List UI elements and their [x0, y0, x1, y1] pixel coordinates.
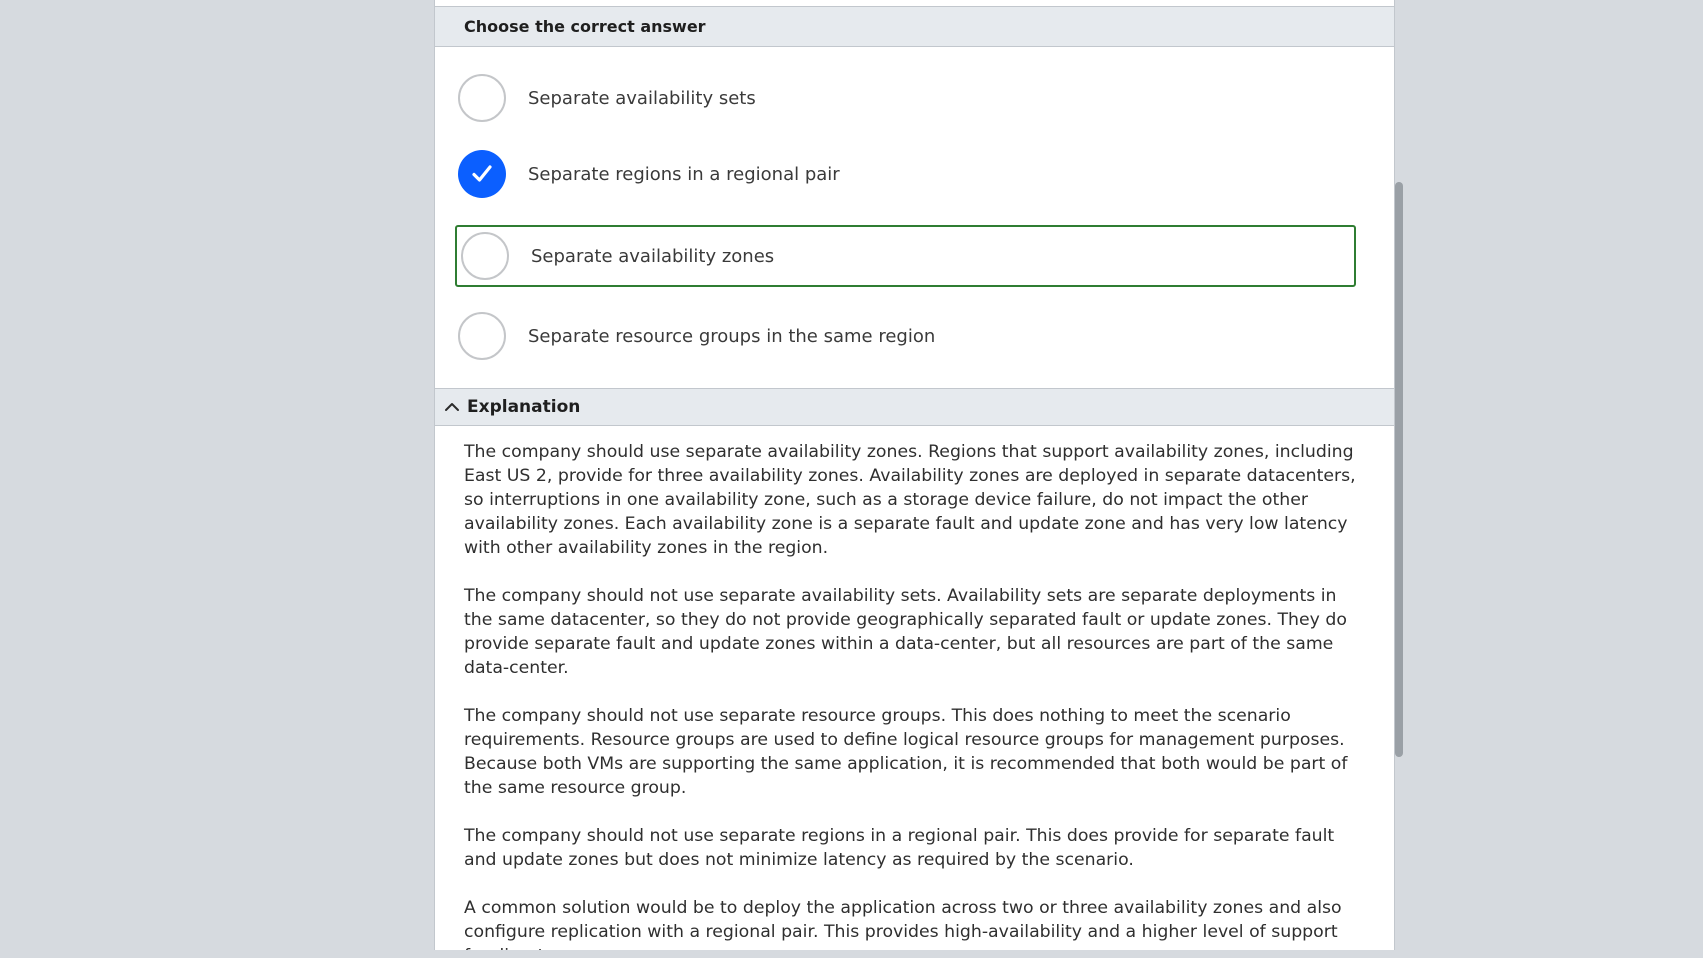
explanation-body: The company should use separate availabi… — [464, 440, 1364, 950]
question-panel: Choose the correct answer Separate avail… — [434, 0, 1395, 950]
question-header: Choose the correct answer — [435, 7, 1394, 47]
explanation-paragraph: A common solution would be to deploy the… — [464, 898, 1342, 950]
option-resource-groups[interactable]: Separate resource groups in the same reg… — [458, 305, 1358, 367]
radio-button[interactable] — [458, 312, 506, 360]
option-label: Separate regions in a regional pair — [528, 163, 840, 185]
radio-button-checked[interactable] — [458, 150, 506, 198]
radio-button[interactable] — [461, 232, 509, 280]
explanation-paragraph: The company should not use separate regi… — [464, 826, 1335, 870]
question-header-label: Choose the correct answer — [464, 17, 706, 36]
chevron-up-icon — [441, 396, 463, 418]
explanation-paragraph: The company should use separate availabi… — [464, 442, 1356, 558]
checkmark-icon — [472, 165, 492, 182]
answer-options: Separate availability sets Separate regi… — [435, 47, 1394, 387]
radio-button[interactable] — [458, 74, 506, 122]
scrollbar-thumb[interactable] — [1395, 182, 1403, 757]
explanation-paragraph: The company should not use separate reso… — [464, 706, 1348, 798]
explanation-toggle[interactable]: Explanation — [435, 388, 1394, 426]
option-availability-sets[interactable]: Separate availability sets — [458, 67, 1358, 129]
top-divider — [435, 0, 1394, 7]
option-regional-pair[interactable]: Separate regions in a regional pair — [458, 143, 1358, 205]
option-label: Separate resource groups in the same reg… — [528, 325, 936, 347]
explanation-title: Explanation — [467, 397, 581, 417]
explanation-paragraph: The company should not use separate avai… — [464, 586, 1347, 678]
option-label: Separate availability sets — [528, 87, 756, 109]
option-availability-zones[interactable]: Separate availability zones — [455, 225, 1356, 287]
option-label: Separate availability zones — [531, 245, 775, 267]
